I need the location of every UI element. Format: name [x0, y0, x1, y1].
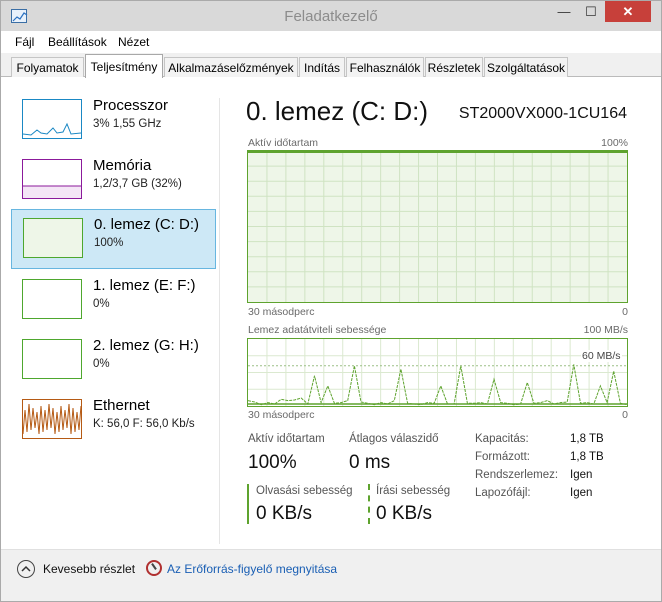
sidebar-item-disk-0[interactable]: 0. lemez (C: D:) 100%: [11, 209, 216, 269]
active-time-label: Aktív időtartam: [248, 433, 325, 445]
page-file-value: Igen: [570, 487, 593, 499]
resource-monitor-icon: [146, 560, 162, 576]
close-button[interactable]: ✕: [605, 1, 651, 22]
read-speed-label: Olvasási sebesség: [256, 485, 353, 497]
capacity-value: 1,8 TB: [570, 433, 604, 445]
sidebar-item-value: 0%: [93, 358, 110, 370]
tab-details[interactable]: Részletek: [425, 57, 483, 77]
graph1-x-left: 30 másodperc: [248, 306, 315, 318]
read-speed-value: 0 KB/s: [256, 503, 312, 524]
chevron-up-icon[interactable]: [17, 560, 35, 578]
graph2-mid-label: 60 MB/s: [581, 350, 622, 362]
task-manager-window: Feladatkezelő — ☐ ✕ Fájl Beállítások Néz…: [0, 0, 662, 602]
minimize-button[interactable]: —: [551, 1, 577, 22]
cpu-thumbnail-graph: [22, 99, 82, 139]
fewer-details-button[interactable]: Kevesebb részlet: [43, 562, 135, 576]
sidebar-item-value: 100%: [94, 237, 124, 249]
menu-file[interactable]: Fájl: [15, 35, 34, 49]
sidebar-item-cpu[interactable]: Processzor 3% 1,55 GHz: [11, 91, 216, 151]
avg-response-label: Átlagos válaszidő: [349, 433, 439, 445]
sidebar-item-value: 0%: [93, 298, 110, 310]
menu-options[interactable]: Beállítások: [48, 35, 107, 49]
write-speed-label: Írási sebesség: [376, 485, 451, 497]
tab-strip: Folyamatok Teljesítmény Alkalmazáselőzmé…: [1, 53, 661, 78]
capacity-key: Kapacitás:: [475, 433, 529, 445]
maximize-button[interactable]: ☐: [578, 1, 604, 22]
active-time-graph: [247, 150, 628, 303]
tab-performance[interactable]: Teljesítmény: [85, 54, 163, 78]
disk-1-thumbnail-graph: [22, 279, 82, 319]
tab-startup[interactable]: Indítás: [299, 57, 345, 77]
sidebar-item-value: 3% 1,55 GHz: [93, 118, 162, 130]
sidebar-item-memory[interactable]: Memória 1,2/3,7 GB (32%): [11, 151, 216, 211]
memory-thumbnail-graph: [22, 159, 82, 199]
graph2-max-label: 100 MB/s: [583, 324, 628, 336]
page-title: 0. lemez (C: D:): [246, 96, 429, 126]
formatted-key: Formázott:: [475, 451, 530, 463]
disk-0-thumbnail-graph: [23, 218, 83, 258]
menu-view[interactable]: Nézet: [118, 35, 149, 49]
footer-bar: Kevesebb részlet Az Erőforrás-figyelő me…: [1, 549, 661, 601]
performance-sidebar: Processzor 3% 1,55 GHz Memória 1,2/3,7 G…: [11, 91, 219, 551]
menu-bar: Fájl Beállítások Nézet: [1, 31, 661, 53]
open-resource-monitor-link[interactable]: Az Erőforrás-figyelő megnyitása: [167, 562, 337, 576]
page-file-key: Lapozófájl:: [475, 487, 531, 499]
sidebar-item-value: K: 56,0 F: 56,0 Kb/s: [93, 418, 195, 430]
graph2-x-left: 30 másodperc: [248, 409, 315, 421]
sidebar-item-disk-1[interactable]: 1. lemez (E: F:) 0%: [11, 271, 216, 331]
formatted-value: 1,8 TB: [570, 451, 604, 463]
ethernet-thumbnail-graph: [22, 399, 82, 439]
sidebar-item-label: Memória: [93, 157, 152, 174]
pane-divider[interactable]: [219, 98, 220, 544]
sidebar-item-label: Processzor: [93, 97, 169, 114]
sidebar-item-label: Ethernet: [93, 397, 150, 414]
sidebar-item-value: 1,2/3,7 GB (32%): [93, 178, 182, 190]
sidebar-item-disk-2[interactable]: 2. lemez (G: H:) 0%: [11, 331, 216, 391]
sidebar-item-label: 2. lemez (G: H:): [93, 337, 199, 354]
tab-services[interactable]: Szolgáltatások: [484, 57, 568, 77]
read-speed-indicator: [247, 484, 249, 524]
avg-response-value: 0 ms: [349, 452, 391, 473]
write-speed-indicator: [368, 484, 370, 524]
sidebar-item-label: 0. lemez (C: D:): [94, 216, 200, 233]
ethernet-thumbnail-line: [22, 403, 82, 435]
system-disk-value: Igen: [570, 469, 593, 481]
write-speed-value: 0 KB/s: [376, 503, 432, 524]
graph1-max-label: 100%: [601, 137, 628, 149]
tab-users[interactable]: Felhasználók: [346, 57, 424, 77]
graph1-label: Aktív időtartam: [248, 137, 319, 149]
disk-2-thumbnail-graph: [22, 339, 82, 379]
sidebar-item-label: 1. lemez (E: F:): [93, 277, 196, 294]
graph2-x-right: 0: [622, 409, 628, 421]
graph2-label: Lemez adatátviteli sebessége: [248, 324, 387, 336]
graph1-x-right: 0: [622, 306, 628, 318]
disk-model: ST2000VX000-1CU164: [458, 105, 627, 122]
active-time-value: 100%: [248, 452, 297, 473]
title-bar[interactable]: Feladatkezelő — ☐ ✕: [1, 1, 661, 31]
transfer-rate-graph: 60 MB/s: [247, 338, 628, 407]
sidebar-item-ethernet[interactable]: Ethernet K: 56,0 F: 56,0 Kb/s: [11, 391, 216, 451]
tab-processes[interactable]: Folyamatok: [11, 57, 84, 77]
tab-app-history[interactable]: Alkalmazáselőzmények: [164, 57, 298, 77]
system-disk-key: Rendszerlemez:: [475, 469, 559, 481]
